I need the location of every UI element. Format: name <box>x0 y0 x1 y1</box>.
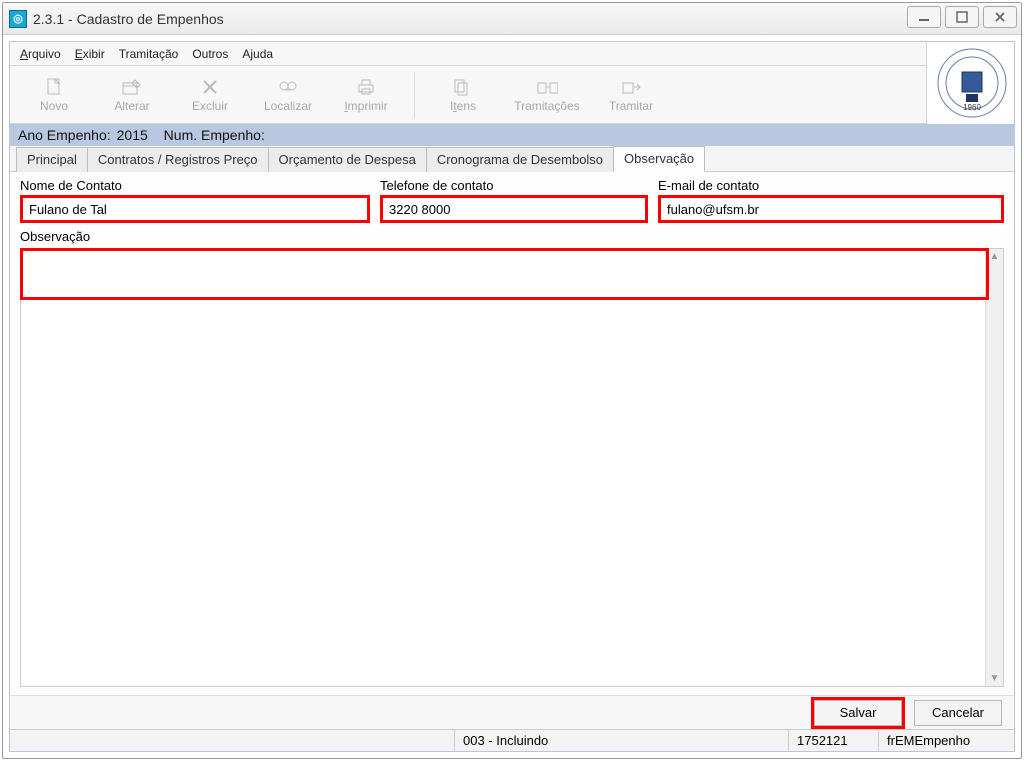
svg-text:1960: 1960 <box>963 103 981 112</box>
observacao-scrollbar[interactable]: ▲ ▼ <box>985 249 1003 686</box>
field-email-contato: E-mail de contato <box>658 178 1004 223</box>
maximize-button[interactable] <box>945 6 979 28</box>
telefone-contato-label: Telefone de contato <box>380 178 648 193</box>
toolbar-separator <box>414 72 415 118</box>
edit-icon <box>121 77 143 97</box>
toolbar: Novo Alterar Excluir Localizar <box>10 66 926 124</box>
print-icon <box>355 77 377 97</box>
tramitacoes-icon <box>536 77 558 97</box>
institution-logo: 1960 <box>926 42 1014 124</box>
cancelar-button[interactable]: Cancelar <box>914 700 1002 726</box>
status-form: frEMEmpenho <box>879 730 1014 751</box>
app-icon: ◎ <box>9 10 27 28</box>
tool-tramitacoes[interactable]: Tramitações <box>503 69 591 121</box>
minimize-icon <box>917 10 931 24</box>
email-contato-label: E-mail de contato <box>658 178 1004 193</box>
status-mode: 003 - Incluindo <box>455 730 789 751</box>
tool-tramitar[interactable]: Tramitar <box>593 69 669 121</box>
close-icon <box>993 10 1007 24</box>
menu-exibir[interactable]: Exibir <box>75 47 105 61</box>
field-telefone-contato: Telefone de contato <box>380 178 648 223</box>
observacao-label: Observação <box>20 229 1004 244</box>
tool-alterar[interactable]: Alterar <box>94 69 170 121</box>
menu-ajuda[interactable]: Ajuda <box>242 47 273 61</box>
nome-contato-label: Nome de Contato <box>20 178 370 193</box>
observacao-textarea[interactable] <box>21 249 985 686</box>
window-controls <box>907 6 1017 28</box>
inner-frame: Arquivo Exibir Tramitação Outros Ajuda N… <box>9 41 1015 752</box>
tool-excluir[interactable]: Excluir <box>172 69 248 121</box>
num-empenho-label: Num. Empenho: <box>164 127 265 143</box>
tool-localizar[interactable]: Localizar <box>250 69 326 121</box>
seal-icon: 1960 <box>935 46 1007 120</box>
window-title: 2.3.1 - Cadastro de Empenhos <box>33 11 224 27</box>
observacao-wrap: ▲ ▼ <box>20 248 1004 687</box>
items-icon <box>452 77 474 97</box>
menu-outros[interactable]: Outros <box>192 47 228 61</box>
tool-itens[interactable]: Itens <box>425 69 501 121</box>
menu-tramitacao[interactable]: Tramitação <box>119 47 179 61</box>
tool-imprimir[interactable]: Imprimir <box>328 69 404 121</box>
close-button[interactable] <box>983 6 1017 28</box>
status-bar: 003 - Incluindo 1752121 frEMEmpenho <box>10 729 1014 751</box>
search-icon <box>277 77 299 97</box>
status-code: 1752121 <box>789 730 879 751</box>
tab-orcamento[interactable]: Orçamento de Despesa <box>268 147 426 172</box>
contact-row: Nome de Contato Telefone de contato E-ma… <box>20 178 1004 223</box>
salvar-button[interactable]: Salvar <box>814 700 902 726</box>
nome-contato-input[interactable] <box>20 195 370 223</box>
minimize-button[interactable] <box>907 6 941 28</box>
ano-empenho-label: Ano Empenho: <box>18 127 111 143</box>
email-contato-input[interactable] <box>658 195 1004 223</box>
app-window: ◎ 2.3.1 - Cadastro de Empenhos Arquivo E… <box>2 2 1022 759</box>
menu-arquivo[interactable]: Arquivo <box>20 47 61 61</box>
delete-icon <box>199 77 221 97</box>
tab-contratos[interactable]: Contratos / Registros Preço <box>87 147 268 172</box>
new-file-icon <box>43 77 65 97</box>
tab-principal[interactable]: Principal <box>16 147 87 172</box>
status-empty <box>10 730 455 751</box>
scroll-down-icon[interactable]: ▼ <box>990 673 1000 684</box>
maximize-icon <box>955 10 969 24</box>
tab-content-observacao: Nome de Contato Telefone de contato E-ma… <box>10 172 1014 695</box>
tab-cronograma[interactable]: Cronograma de Desembolso <box>426 147 613 172</box>
record-header: Ano Empenho: 2015 Num. Empenho: <box>10 124 1014 146</box>
telefone-contato-input[interactable] <box>380 195 648 223</box>
tramitar-icon <box>620 77 642 97</box>
tab-observacao[interactable]: Observação <box>613 146 705 172</box>
title-bar: ◎ 2.3.1 - Cadastro de Empenhos <box>3 3 1021 35</box>
field-nome-contato: Nome de Contato <box>20 178 370 223</box>
tabs: Principal Contratos / Registros Preço Or… <box>10 146 1014 172</box>
scroll-up-icon[interactable]: ▲ <box>990 251 1000 262</box>
menus-and-tools: Arquivo Exibir Tramitação Outros Ajuda N… <box>10 42 926 124</box>
footer-buttons: Salvar Cancelar <box>10 695 1014 729</box>
ano-empenho-value: 2015 <box>117 127 148 143</box>
top-area: Arquivo Exibir Tramitação Outros Ajuda N… <box>10 42 1014 124</box>
tool-novo[interactable]: Novo <box>16 69 92 121</box>
menu-bar: Arquivo Exibir Tramitação Outros Ajuda <box>10 42 926 66</box>
